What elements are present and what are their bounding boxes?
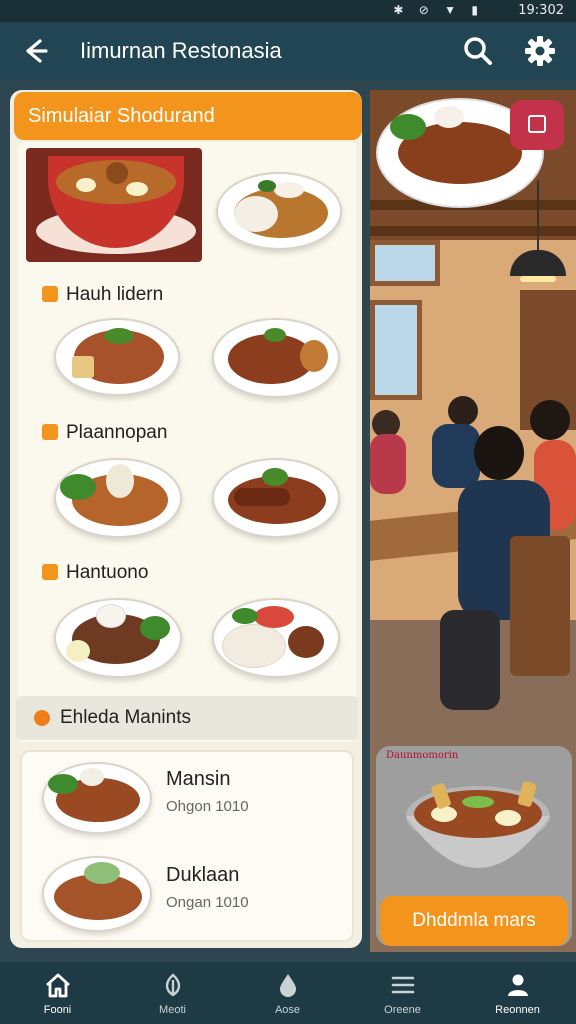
promo-tag: Daunmomorin: [386, 750, 459, 761]
restaurant-illustration: Daunmomorin Dhddmla mars: [370, 90, 576, 952]
category-icon: [42, 564, 58, 580]
status-icons: ✱ ⊘ ▼ ▮: [393, 3, 484, 17]
home-icon: [45, 973, 70, 998]
drop-icon: [279, 974, 296, 997]
section-title: Ehleda Manints: [60, 707, 191, 728]
diner: [440, 610, 500, 710]
dish-subtitle: Ohgon 1010: [166, 798, 249, 815]
dish-name: Mansin: [166, 768, 231, 790]
lamp-cord: [537, 180, 539, 250]
nav-aose[interactable]: Aose: [230, 962, 345, 1024]
dish-grid: Hauh lidern Plaannopan Hantuono: [18, 142, 356, 742]
gear-icon[interactable]: [522, 33, 558, 69]
dish-image: [42, 762, 152, 834]
status-bar: ✱ ⊘ ▼ ▮ 19:302: [0, 0, 576, 22]
category-label[interactable]: Hantuono: [42, 562, 148, 586]
leaf-icon: [165, 973, 180, 997]
section-icon: [34, 710, 50, 726]
diner: [370, 434, 406, 494]
promo-button[interactable]: Dhddmla mars: [380, 896, 568, 946]
dish-card[interactable]: [216, 172, 342, 250]
panel-header: Simulaiar Shodurand: [14, 92, 362, 140]
menu-panel: Simulaiar Shodurand Hauh lidern Plaannop…: [10, 90, 362, 948]
profile-icon: [507, 974, 528, 996]
category-label[interactable]: Plaannopan: [42, 422, 167, 446]
diner: [432, 424, 480, 488]
nav-profile[interactable]: Reonnen: [460, 962, 575, 1024]
promo-card[interactable]: Daunmomorin Dhddmla mars: [376, 746, 572, 946]
dish-card[interactable]: [212, 458, 340, 538]
nav-oreene[interactable]: Oreene: [345, 962, 460, 1024]
chair: [510, 536, 570, 676]
bookmark-icon: [528, 115, 546, 133]
list-item[interactable]: Duklaan Ongan 1010: [20, 846, 354, 942]
status-time: 19:302: [518, 3, 564, 18]
dish-card[interactable]: [54, 598, 182, 678]
dish-card[interactable]: [212, 318, 340, 398]
lamp-light: [520, 276, 556, 282]
ceiling-beam: [370, 226, 576, 236]
diner: [448, 396, 478, 426]
bookmark-button[interactable]: [510, 100, 564, 150]
window: [370, 300, 422, 400]
featured-list: Mansin Ohgon 1010 Duklaan Ongan 1010: [20, 750, 354, 942]
nav-home[interactable]: Fooni: [0, 962, 115, 1024]
category-icon: [42, 286, 58, 302]
back-arrow-icon[interactable]: [18, 34, 52, 68]
window: [370, 240, 440, 286]
dish-subtitle: Ongan 1010: [166, 894, 249, 911]
dish-card[interactable]: [54, 458, 182, 538]
search-icon[interactable]: [460, 33, 496, 69]
main-content: Simulaiar Shodurand Hauh lidern Plaannop…: [0, 80, 576, 962]
app-title: Iimurnan Restonasia: [80, 38, 282, 63]
ramen-bowl-image: [406, 781, 550, 868]
diner: [530, 400, 570, 440]
dish-card[interactable]: [26, 148, 202, 262]
category-icon: [42, 424, 58, 440]
dish-card[interactable]: [212, 598, 340, 678]
category-label[interactable]: Hauh lidern: [42, 284, 163, 308]
menu-icon: [391, 976, 414, 994]
bottom-navigation: Fooni Meoti Aose Oreene Reonnen: [0, 962, 576, 1024]
list-item[interactable]: Mansin Ohgon 1010: [20, 750, 354, 846]
diner: [474, 426, 524, 480]
app-bar: Iimurnan Restonasia: [0, 22, 576, 80]
dish-card[interactable]: [54, 318, 180, 396]
panel-header-title: Simulaiar Shodurand: [28, 105, 215, 127]
dish-name: Duklaan: [166, 864, 240, 886]
dish-image: [42, 856, 152, 932]
nav-meoti[interactable]: Meoti: [115, 962, 230, 1024]
section-header: Ehleda Manints: [16, 696, 358, 740]
